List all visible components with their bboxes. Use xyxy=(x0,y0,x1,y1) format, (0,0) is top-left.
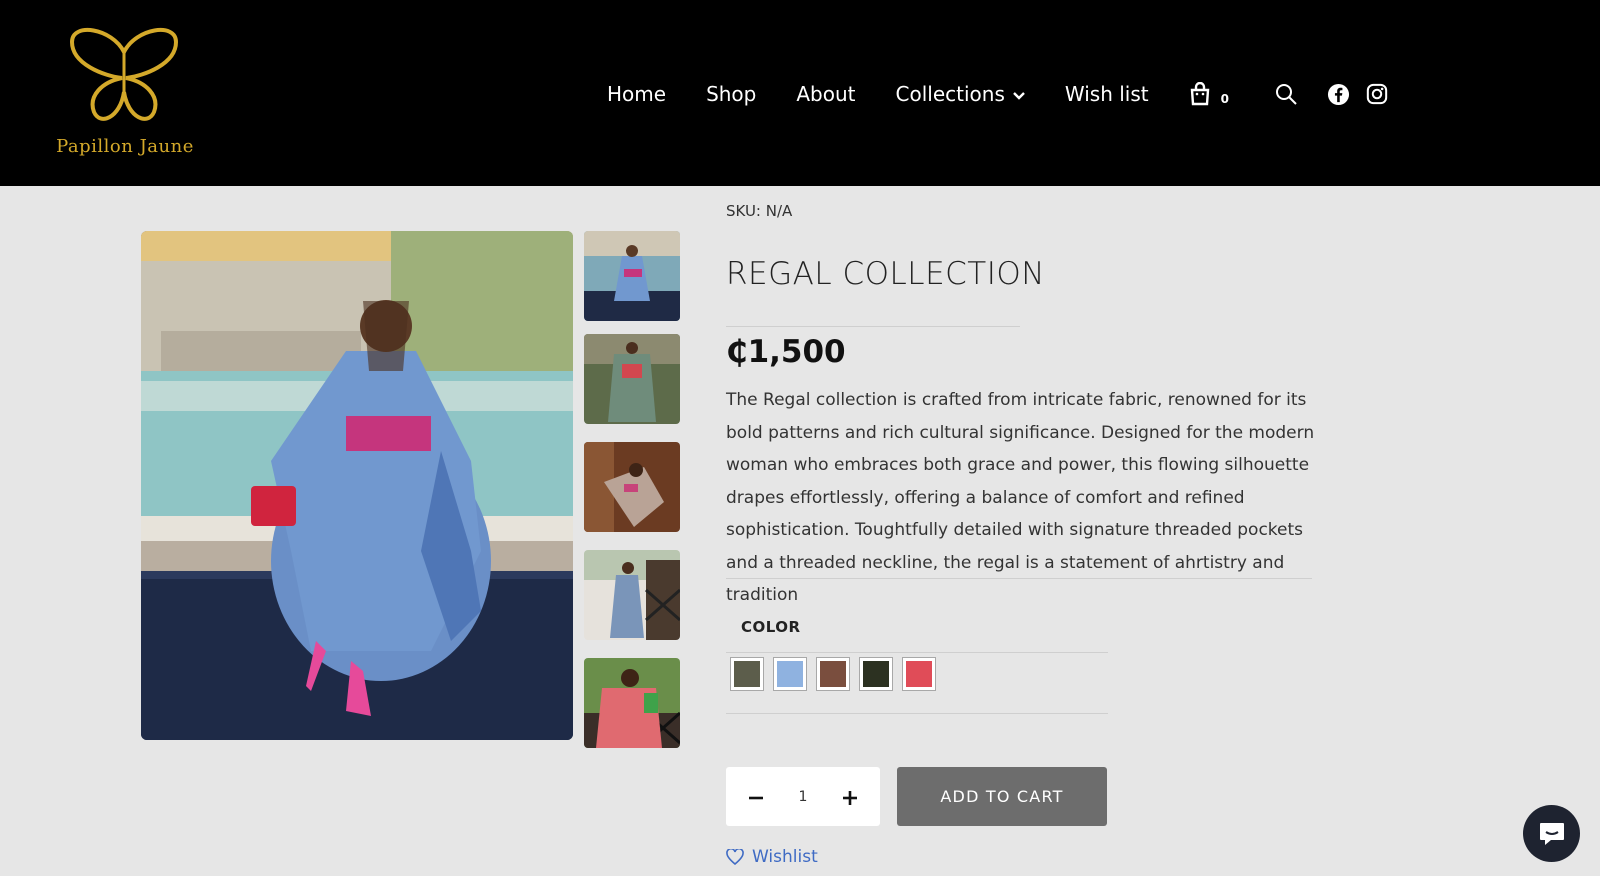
site-header: Papillon Jaune Home Shop About Collectio… xyxy=(0,0,1600,186)
product-thumbnail[interactable] xyxy=(584,442,680,532)
product-thumbnail[interactable] xyxy=(584,550,680,640)
shopping-bag-icon xyxy=(1190,82,1209,106)
quantity-increase-button[interactable] xyxy=(840,787,860,807)
product-main-image[interactable] xyxy=(141,231,573,740)
product-thumbnail[interactable] xyxy=(584,658,680,748)
product-sku: SKU: N/A xyxy=(726,202,793,220)
instagram-icon xyxy=(1366,83,1388,105)
quantity-input[interactable] xyxy=(781,787,825,806)
brand-name: Papillon Jaune xyxy=(56,136,194,157)
add-to-cart-button[interactable]: ADD TO CART xyxy=(897,767,1107,826)
nav-wishlist[interactable]: Wish list xyxy=(1065,82,1149,106)
nav-collections-label: Collections xyxy=(895,82,1005,106)
color-swatch-olive[interactable] xyxy=(730,657,764,691)
divider xyxy=(726,326,1020,327)
color-label: COLOR xyxy=(741,618,801,636)
quantity-stepper xyxy=(726,767,880,826)
instagram-link[interactable] xyxy=(1366,83,1388,105)
color-swatch-dark-green[interactable] xyxy=(859,657,893,691)
chat-widget-button[interactable] xyxy=(1523,805,1580,862)
product-thumbnail[interactable] xyxy=(584,334,680,424)
nav-home[interactable]: Home xyxy=(607,82,666,106)
plus-icon xyxy=(843,790,857,805)
divider xyxy=(726,713,1108,714)
color-swatch-light-blue[interactable] xyxy=(773,657,807,691)
wishlist-label: Wishlist xyxy=(752,847,818,867)
color-swatches xyxy=(730,657,945,691)
brand-logo[interactable]: Papillon Jaune xyxy=(40,22,220,172)
facebook-link[interactable] xyxy=(1327,83,1350,106)
nav-shop[interactable]: Shop xyxy=(706,82,756,106)
butterfly-logo-icon xyxy=(69,27,179,121)
chat-icon xyxy=(1539,822,1564,845)
color-swatch-red[interactable] xyxy=(902,657,936,691)
product-title: REGAL COLLECTION xyxy=(726,256,1045,292)
search-button[interactable] xyxy=(1275,83,1297,105)
divider xyxy=(726,652,1108,653)
add-to-wishlist-link[interactable]: Wishlist xyxy=(726,847,818,867)
facebook-icon xyxy=(1327,83,1350,105)
minus-icon xyxy=(749,796,763,799)
nav-collections[interactable]: Collections xyxy=(896,82,1025,106)
main-nav: Home Shop About Collections Wish list 0 xyxy=(607,74,1418,114)
cart-button[interactable]: 0 xyxy=(1189,82,1229,106)
quantity-decrease-button[interactable] xyxy=(746,787,766,807)
heart-icon xyxy=(726,849,744,865)
product-price: ₵1,500 xyxy=(726,334,846,370)
product-thumbnail[interactable] xyxy=(584,231,680,321)
cart-count: 0 xyxy=(1220,92,1229,106)
search-icon xyxy=(1275,84,1297,105)
nav-about[interactable]: About xyxy=(796,82,855,106)
color-swatch-brown[interactable] xyxy=(816,657,850,691)
chevron-down-icon xyxy=(1013,82,1025,106)
divider xyxy=(726,578,1312,579)
